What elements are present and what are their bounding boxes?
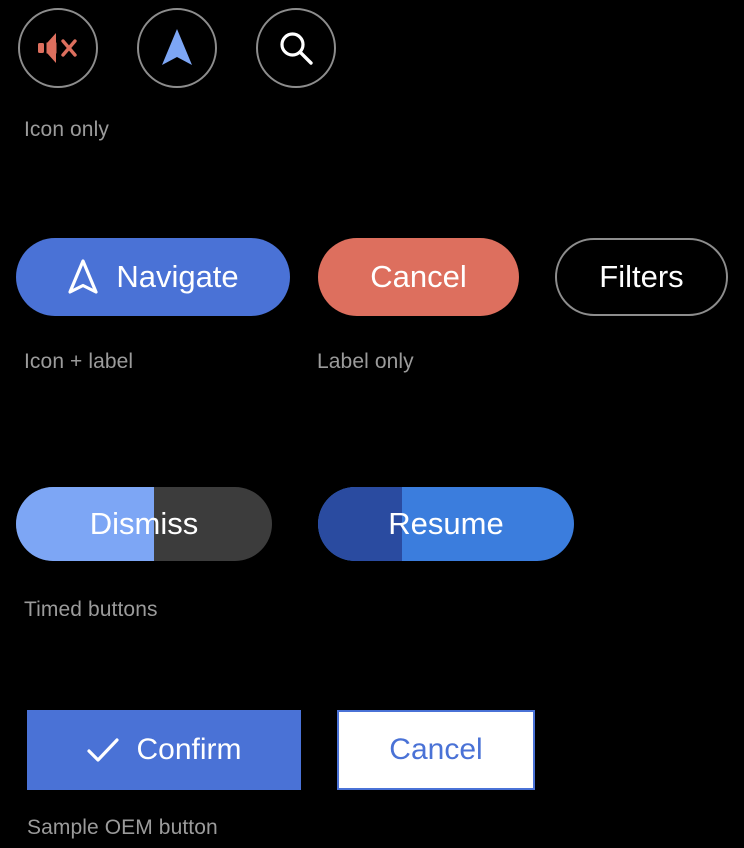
caption-label-only: Label only: [317, 350, 414, 373]
oem-button-row: Confirm Cancel: [27, 710, 547, 790]
checkmark-icon: [86, 736, 120, 764]
screen-root: Icon only Navigate Cancel Filters Icon +…: [0, 0, 744, 848]
volume-off-icon: [36, 28, 80, 68]
navigation-arrow-icon: [159, 27, 195, 69]
timed-button-row: Dismiss Resume: [16, 487, 576, 561]
caption-timed-buttons: Timed buttons: [24, 598, 158, 621]
labeled-button-row: Navigate Cancel Filters: [16, 238, 728, 316]
navigate-button-label: Navigate: [116, 259, 239, 294]
resume-button-label: Resume: [388, 506, 504, 541]
confirm-button-label: Confirm: [136, 733, 242, 766]
cancel-pill-button[interactable]: Cancel: [318, 238, 519, 316]
caption-icon-plus-label: Icon + label: [24, 350, 134, 373]
caption-sample-oem-button: Sample OEM button: [27, 816, 218, 839]
icon-only-button-row: [18, 8, 336, 88]
caption-icon-only: Icon only: [24, 118, 109, 141]
navigate-labeled-button[interactable]: Navigate: [16, 238, 290, 316]
navigation-arrow-outline-icon: [67, 258, 99, 296]
navigate-button[interactable]: [137, 8, 217, 88]
dismiss-timed-button[interactable]: Dismiss: [16, 487, 272, 561]
search-button[interactable]: [256, 8, 336, 88]
dismiss-button-label: Dismiss: [89, 506, 199, 541]
cancel-oem-button[interactable]: Cancel: [337, 710, 535, 790]
filters-button-label: Filters: [599, 259, 684, 294]
confirm-oem-button[interactable]: Confirm: [27, 710, 301, 790]
filters-button[interactable]: Filters: [555, 238, 728, 316]
resume-timed-button[interactable]: Resume: [318, 487, 574, 561]
mute-button[interactable]: [18, 8, 98, 88]
search-icon: [277, 29, 315, 67]
cancel-button-label: Cancel: [370, 259, 467, 294]
cancel-oem-button-label: Cancel: [389, 733, 483, 766]
